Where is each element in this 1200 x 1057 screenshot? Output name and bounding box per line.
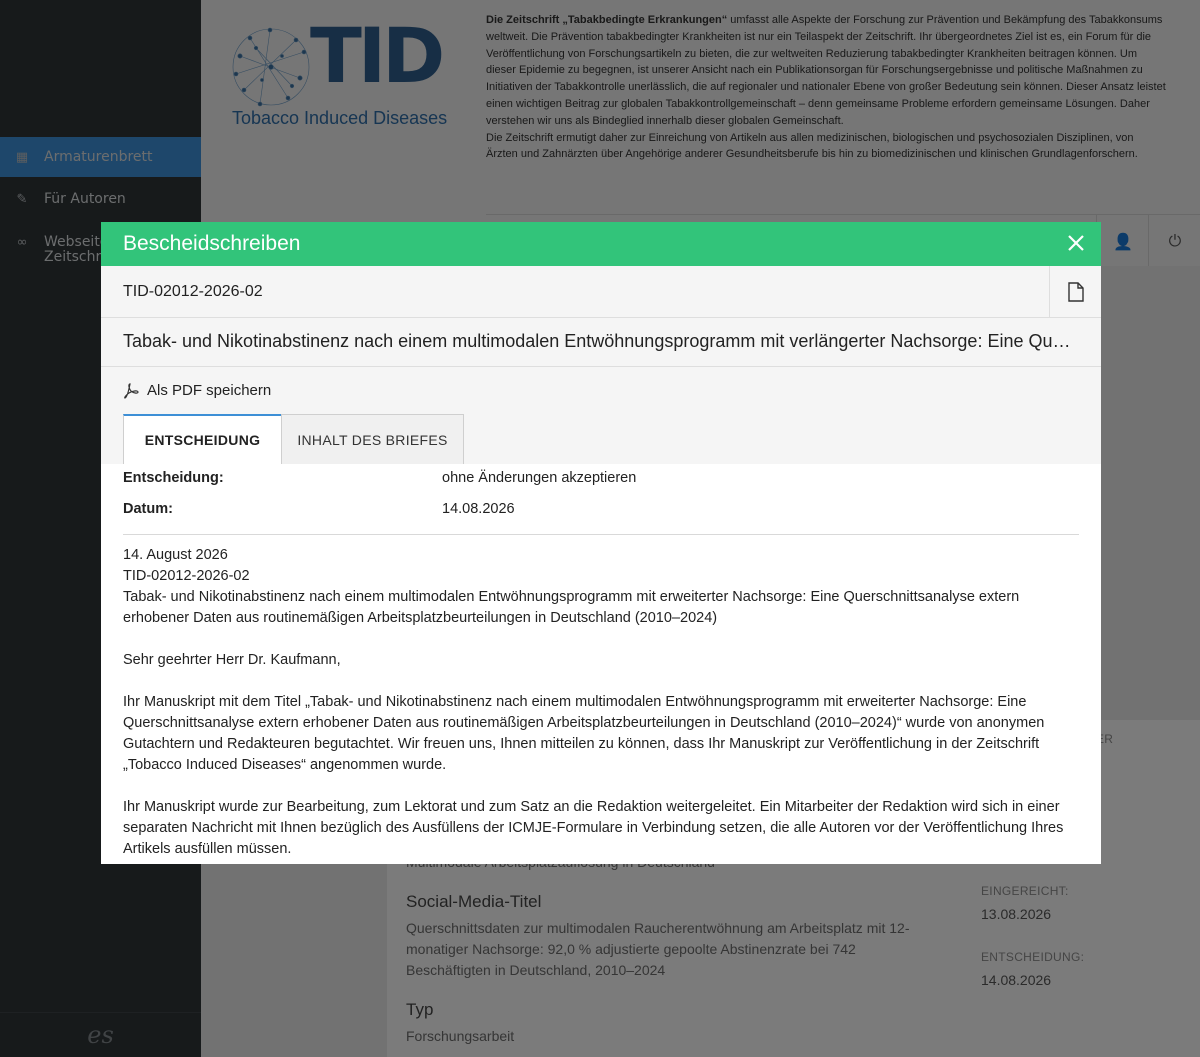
divider	[123, 534, 1079, 535]
letter-manuscript-id: TID-02012-2026-02	[123, 568, 250, 584]
save-as-pdf-label: Als PDF speichern	[147, 382, 272, 399]
document-button[interactable]	[1049, 266, 1101, 317]
modal-title: Bescheidschreiben	[123, 232, 301, 255]
date-value: 14.08.2026	[442, 501, 515, 517]
letter-date: 14. August 2026	[123, 547, 228, 563]
decision-value: ohne Änderungen akzeptieren	[442, 470, 637, 486]
date-row: Datum: 14.08.2026	[123, 501, 515, 517]
modal-actions: Als PDF speichern ENTSCHEIDUNG INHALT DE…	[101, 367, 1101, 464]
manuscript-id-row: TID-02012-2026-02	[101, 266, 1101, 318]
date-label: Datum:	[123, 501, 173, 517]
letter-paragraph-1: Ihr Manuskript mit dem Titel „Tabak- und…	[123, 694, 1045, 773]
decision-letter-modal: Bescheidschreiben TID-02012-2026-02 Taba…	[101, 222, 1101, 864]
tab-decision[interactable]: ENTSCHEIDUNG	[123, 414, 282, 464]
manuscript-id: TID-02012-2026-02	[123, 283, 263, 300]
close-icon[interactable]	[1065, 232, 1087, 254]
decision-row: Entscheidung: ohne Änderungen akzeptiere…	[123, 470, 636, 486]
article-title: Tabak- und Nikotinabstinenz nach einem m…	[123, 331, 1079, 351]
pdf-icon	[124, 382, 139, 399]
article-title-row: Tabak- und Nikotinabstinenz nach einem m…	[101, 318, 1101, 367]
modal-body: Entscheidung: ohne Änderungen akzeptiere…	[123, 464, 1079, 864]
letter-article-title: Tabak- und Nikotinabstinenz nach einem m…	[123, 589, 1020, 626]
save-as-pdf-link[interactable]: Als PDF speichern	[123, 382, 271, 399]
modal-header: Bescheidschreiben	[101, 222, 1101, 266]
letter-salutation: Sehr geehrter Herr Dr. Kaufmann,	[123, 652, 341, 668]
document-icon	[1067, 281, 1084, 302]
letter-text: 14. August 2026 TID-02012-2026-02 Tabak-…	[123, 545, 1079, 860]
tab-letter-content[interactable]: INHALT DES BRIEFES	[281, 414, 464, 464]
letter-paragraph-2: Ihr Manuskript wurde zur Bearbeitung, zu…	[123, 799, 1064, 857]
decision-label: Entscheidung:	[123, 470, 224, 486]
